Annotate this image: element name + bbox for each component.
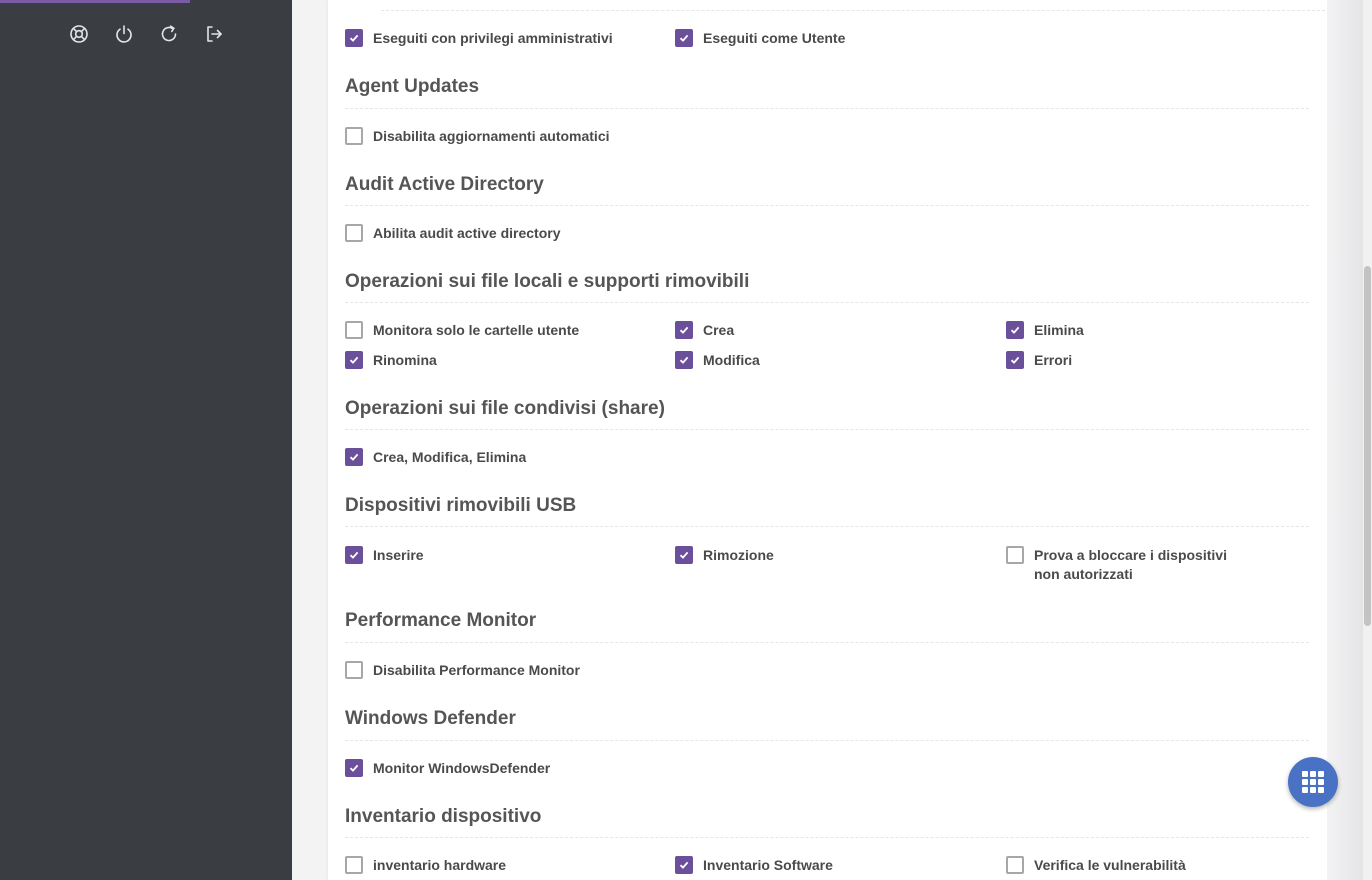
check-icon [1010,326,1020,334]
check-icon [679,34,689,42]
checkbox-label: Errori [1034,352,1073,368]
checkbox-label: Monitora solo le cartelle utente [373,322,580,338]
checkbox-label: Eseguiti con privilegi amministrativi [373,30,613,46]
check-icon [679,326,689,334]
scrollbar-thumb[interactable] [1364,266,1371,626]
checkbox-modify[interactable]: Modifica [675,351,760,370]
sidebar-active-indicator [0,0,190,3]
power-icon[interactable] [111,22,137,46]
settings-panel: Eseguiti con privilegi amministrativi Es… [328,0,1345,880]
section-divider [345,642,1309,643]
section-title-usb: Dispositivi rimovibili USB [345,495,577,516]
section-divider [345,429,1309,430]
section-divider [345,302,1309,303]
section-divider [345,205,1309,206]
checkbox-box[interactable] [1006,546,1024,564]
check-icon [349,764,359,772]
section-divider [345,526,1309,527]
checkbox-box[interactable] [675,29,693,47]
checkbox-box[interactable] [675,546,693,564]
checkbox-enable-ad-audit[interactable]: Abilita audit active directory [345,224,561,243]
checkbox-box[interactable] [1006,351,1024,369]
sidebar [0,0,292,880]
checkbox-label: Rinomina [373,352,437,368]
checkbox-box[interactable] [1006,856,1024,874]
checkbox-software-inventory[interactable]: Inventario Software [675,856,833,875]
checkbox-box[interactable] [675,351,693,369]
checkbox-label: Abilita audit active directory [373,225,561,241]
section-title-shared-files: Operazioni sui file condivisi (share) [345,398,665,419]
check-icon [349,453,359,461]
section-title-agent-updates: Agent Updates [345,76,480,97]
checkbox-label: Crea [703,322,735,338]
checkbox-label: Disabilita Performance Monitor [373,662,580,678]
check-icon [349,356,359,364]
check-icon [679,861,689,869]
checkbox-box[interactable] [345,321,363,339]
checkbox-box[interactable] [345,224,363,242]
section-divider [345,740,1309,741]
checkbox-usb-insert[interactable]: Inserire [345,546,424,565]
check-icon [679,551,689,559]
checkbox-errors[interactable]: Errori [1006,351,1072,370]
checkbox-box[interactable] [675,856,693,874]
checkbox-label: Elimina [1034,322,1084,338]
checkbox-disable-auto-updates[interactable]: Disabilita aggiornamenti automatici [345,127,610,146]
lifebuoy-icon[interactable] [66,22,92,46]
main-content: Eseguiti con privilegi amministrativi Es… [292,0,1372,880]
check-icon [1010,356,1020,364]
checkbox-label: Modifica [703,352,760,368]
section-title-windows-defender: Windows Defender [345,708,516,729]
checkbox-box[interactable] [345,351,363,369]
section-title-audit-ad: Audit Active Directory [345,174,544,195]
checkbox-label: Prova a bloccare i dispositivi non autor… [1034,547,1227,582]
section-title-local-files: Operazioni sui file locali e supporti ri… [345,271,750,292]
check-icon [349,551,359,559]
checkbox-box[interactable] [345,127,363,145]
section-divider [345,837,1309,838]
checkbox-box[interactable] [345,856,363,874]
checkbox-usb-block-unauthorized[interactable]: Prova a bloccare i dispositivi non autor… [1006,546,1256,584]
checkbox-create[interactable]: Crea [675,321,734,340]
checkbox-shared-create-modify-delete[interactable]: Crea, Modifica, Elimina [345,448,526,467]
checkbox-box[interactable] [675,321,693,339]
checkbox-label: Inserire [373,547,424,563]
checkbox-disable-performance-monitor[interactable]: Disabilita Performance Monitor [345,661,580,680]
checkbox-label: Crea, Modifica, Elimina [373,449,527,465]
sidebar-footer-icons [66,22,227,46]
checkbox-vulnerability-check[interactable]: Verifica le vulnerabilità [1006,856,1186,875]
panel-edge-shadow [1327,0,1363,880]
checkbox-hardware-inventory[interactable]: inventario hardware [345,856,506,875]
refresh-icon[interactable] [156,22,182,46]
section-title-performance-monitor: Performance Monitor [345,610,537,631]
checkbox-box[interactable] [345,448,363,466]
checkbox-label: Disabilita aggiornamenti automatici [373,128,610,144]
checkbox-label: Eseguiti come Utente [703,30,846,46]
checkbox-run-as-user[interactable]: Eseguiti come Utente [675,29,845,48]
section-divider [381,10,1345,11]
checkbox-box[interactable] [1006,321,1024,339]
checkbox-label: Monitor WindowsDefender [373,760,551,776]
checkbox-admin-privileges[interactable]: Eseguiti con privilegi amministrativi [345,29,613,48]
grid-icon [1302,771,1324,793]
checkbox-label: Rimozione [703,547,774,563]
checkbox-monitor-user-folders[interactable]: Monitora solo le cartelle utente [345,321,579,340]
check-icon [349,34,359,42]
checkbox-rename[interactable]: Rinomina [345,351,437,370]
section-divider [345,108,1309,109]
checkbox-box[interactable] [345,661,363,679]
checkbox-box[interactable] [345,29,363,47]
check-icon [679,356,689,364]
logout-icon[interactable] [201,22,227,46]
checkbox-delete[interactable]: Elimina [1006,321,1084,340]
checkbox-box[interactable] [345,759,363,777]
section-title-device-inventory: Inventario dispositivo [345,806,542,827]
checkbox-usb-remove[interactable]: Rimozione [675,546,774,565]
checkbox-label: Inventario Software [703,857,833,873]
checkbox-monitor-windows-defender[interactable]: Monitor WindowsDefender [345,759,550,778]
checkbox-label: inventario hardware [373,857,507,873]
apps-grid-button[interactable] [1288,757,1338,807]
checkbox-label: Verifica le vulnerabilità [1034,857,1186,873]
checkbox-box[interactable] [345,546,363,564]
